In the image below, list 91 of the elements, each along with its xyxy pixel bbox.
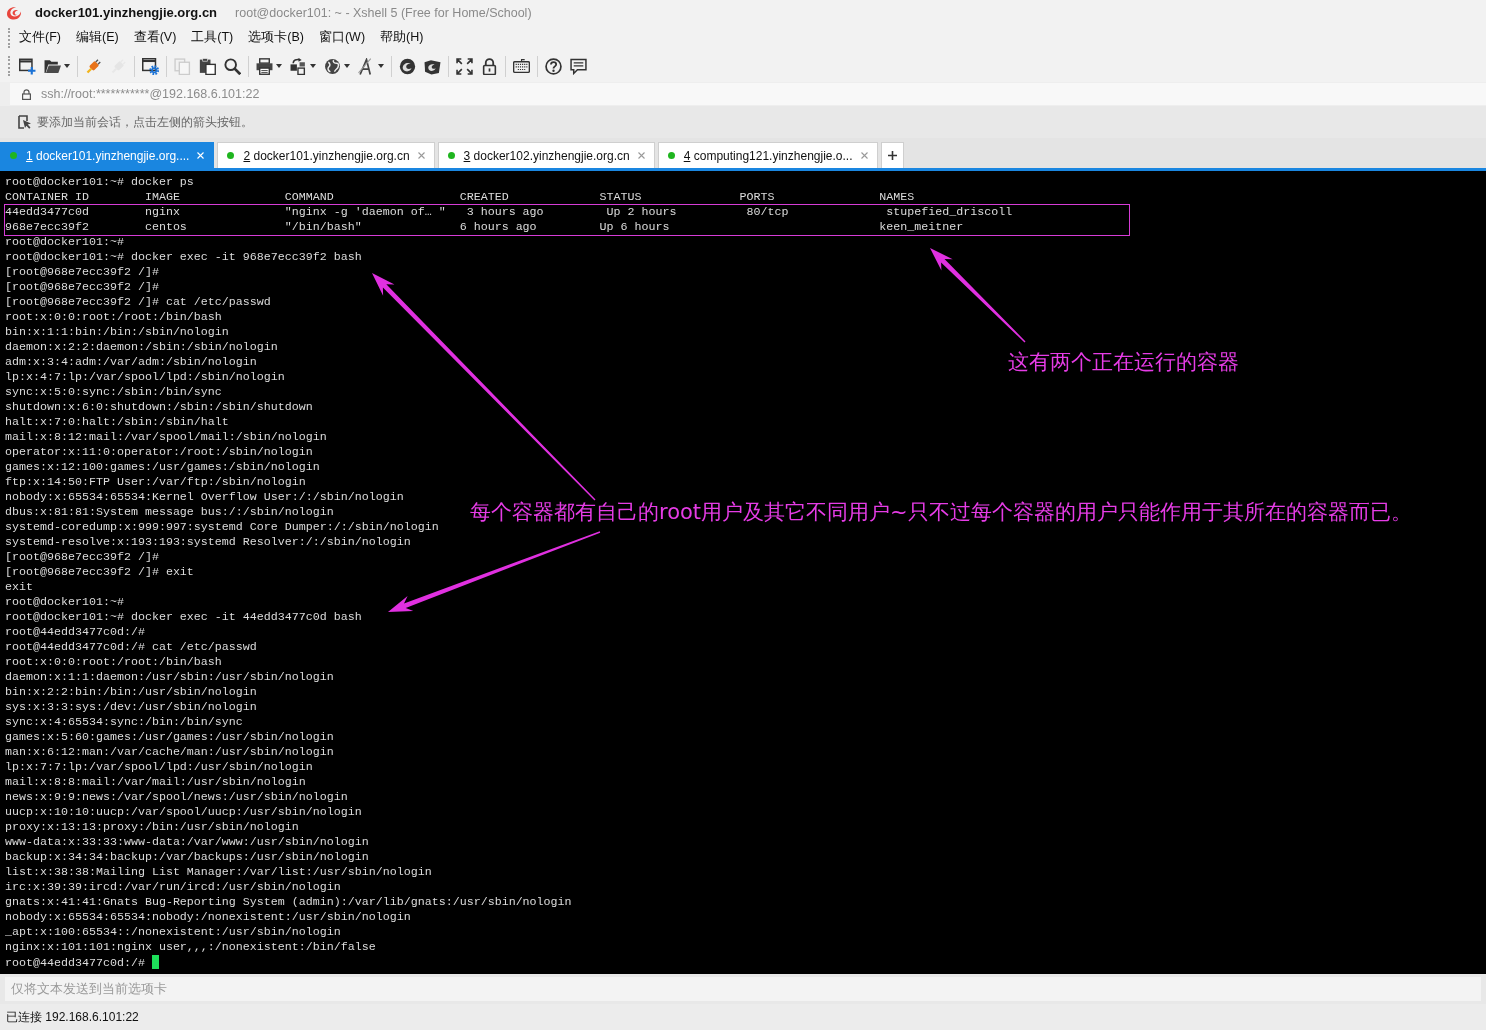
terminal-line: bin:x:2:2:bin:/bin:/usr/sbin/nologin bbox=[5, 685, 257, 699]
session-tab[interactable]: 1 docker101.yinzhengjie.org.... bbox=[0, 142, 215, 168]
menu-item[interactable]: 工具(T) bbox=[189, 27, 236, 48]
terminal-line: root@docker101:~# docker exec -it 968e7ecc39f2 bash bbox=[5, 250, 362, 264]
terminal-line: systemd-resolve:x:193:193:systemd Resolver:/:/sbin/nologin bbox=[5, 535, 411, 549]
menu-item[interactable]: 窗口(W) bbox=[316, 27, 368, 48]
caret-icon[interactable] bbox=[276, 64, 282, 68]
terminal-line: root@docker101:~# docker exec -it 44edd3477c0d bash bbox=[5, 610, 362, 624]
status-text: 已连接 192.168.6.101:22 bbox=[6, 1008, 139, 1026]
menu-item[interactable]: 选项卡(B) bbox=[246, 27, 306, 48]
session-tab[interactable]: 2 docker101.yinzhengjie.org.cn bbox=[217, 142, 435, 168]
terminal-line: daemon:x:2:2:daemon:/sbin:/sbin/nologin bbox=[5, 340, 278, 354]
globe-icon[interactable] bbox=[324, 57, 341, 75]
terminal-line: mail:x:8:8:mail:/var/mail:/usr/sbin/nologin bbox=[5, 775, 306, 789]
lock-icon bbox=[22, 88, 31, 100]
terminal-line: sys:x:3:3:sys:/dev:/usr/sbin/nologin bbox=[5, 700, 257, 714]
terminal-line: news:x:9:9:news:/var/spool/news:/usr/sbin/nologin bbox=[5, 790, 348, 804]
transfer-icon[interactable] bbox=[290, 57, 307, 75]
terminal-line: backup:x:34:34:backup:/var/backups:/usr/sbin/nologin bbox=[5, 850, 369, 864]
terminal-line: man:x:6:12:man:/var/cache/man:/usr/sbin/nologin bbox=[5, 745, 334, 759]
folder-icon[interactable] bbox=[44, 57, 61, 75]
terminal-line: 968e7ecc39f2 centos "/bin/bash" 6 hours ago Up 6 hours keen_meitner bbox=[5, 220, 964, 234]
terminal-line: adm:x:3:4:adm:/var/adm:/sbin/nologin bbox=[5, 355, 257, 369]
terminal-line: list:x:38:38:Mailing List Manager:/var/list:/usr/sbin/nologin bbox=[5, 865, 432, 879]
terminal-line: CONTAINER ID IMAGE COMMAND CREATED STATUS PORTS NAMES bbox=[5, 190, 915, 204]
terminal-line: mail:x:8:12:mail:/var/spool/mail:/sbin/nologin bbox=[5, 430, 327, 444]
terminal-line: lp:x:7:7:lp:/var/spool/lpd:/usr/sbin/nologin bbox=[5, 760, 313, 774]
close-icon[interactable] bbox=[417, 152, 425, 159]
caret-icon[interactable] bbox=[378, 64, 384, 68]
terminal-line: shutdown:x:6:0:shutdown:/sbin:/sbin/shutdown bbox=[5, 400, 313, 414]
terminal-line: root@44edd3477c0d:/# bbox=[5, 625, 145, 639]
terminal-line: operator:x:11:0:operator:/root:/sbin/nologin bbox=[5, 445, 313, 459]
send-text-field[interactable]: 仅将文本发送到当前选项卡 bbox=[5, 977, 1481, 1001]
terminal-line: [root@968e7ecc39f2 /]# bbox=[5, 280, 159, 294]
swirl-icon bbox=[6, 5, 22, 20]
plus-icon[interactable] bbox=[887, 151, 897, 160]
new-tab-button[interactable] bbox=[880, 142, 904, 168]
terminal-line: 44edd3477c0d nginx "nginx -g 'daemon of… " 3 hours ago Up 2 hours 80/tcp stupefied_driscoll bbox=[5, 205, 1013, 219]
printer-icon[interactable] bbox=[256, 57, 273, 75]
terminal-line: halt:x:7:0:halt:/sbin:/sbin/halt bbox=[5, 415, 229, 429]
terminal-line: www-data:x:33:33:www-data:/var/www:/usr/sbin/nologin bbox=[5, 835, 369, 849]
terminal-line: [root@968e7ecc39f2 /]# cat /etc/passwd bbox=[5, 295, 271, 309]
terminal-line: daemon:x:1:1:daemon:/usr/sbin:/usr/sbin/nologin bbox=[5, 670, 334, 684]
terminal-line: [root@968e7ecc39f2 /]# bbox=[5, 550, 159, 564]
toolbar-button[interactable] bbox=[254, 55, 284, 77]
window-title: docker101.yinzhengjie.org.cn bbox=[35, 5, 218, 20]
session-tab[interactable]: 4 computing121.yinzhengjie.o... bbox=[657, 142, 878, 168]
terminal-line: games:x:5:60:games:/usr/games:/usr/sbin/nologin bbox=[5, 730, 334, 744]
arrow-icon[interactable] bbox=[18, 115, 32, 129]
terminal-line: exit bbox=[5, 580, 33, 594]
terminal-line: systemd-coredump:x:999:997:systemd Core Dumper:/:/sbin/nologin bbox=[5, 520, 439, 534]
caret-icon[interactable] bbox=[310, 64, 316, 68]
terminal-line: root:x:0:0:root:/root:/bin/bash bbox=[5, 310, 222, 324]
menu-item[interactable]: 查看(V) bbox=[131, 27, 179, 48]
terminal-line: root@docker101:~# bbox=[5, 235, 124, 249]
terminal-line: root@44edd3477c0d:/# bbox=[5, 956, 145, 970]
close-icon[interactable] bbox=[860, 152, 868, 159]
address-text: ssh://root:***********@192.168.6.101:22 bbox=[41, 87, 260, 101]
terminal-line: nobody:x:65534:65534:nobody:/nonexistent:/usr/sbin/nologin bbox=[5, 910, 411, 924]
caret-icon[interactable] bbox=[344, 64, 350, 68]
hint-text: 要添加当前会话，点击左侧的箭头按钮。 bbox=[37, 113, 253, 131]
callout-text: 每个容器都有自己的root用户及其它不同用户~只不过每个容器的用户只能作用于其所在的容器而已。 bbox=[470, 500, 1412, 525]
terminal-line: root:x:0:0:root:/root:/bin/bash bbox=[5, 655, 222, 669]
terminal-line: root@docker101:~# docker ps bbox=[5, 175, 194, 189]
terminal-line: nginx:x:101:101:nginx user,,,:/nonexistent:/bin/false bbox=[5, 940, 376, 954]
menu-item[interactable]: 文件(F) bbox=[17, 27, 63, 48]
terminal-line: bin:x:1:1:bin:/bin:/sbin/nologin bbox=[5, 325, 229, 339]
terminal-line: games:x:12:100:games:/usr/games:/sbin/nologin bbox=[5, 460, 320, 474]
terminal-line: sync:x:4:65534:sync:/bin:/bin/sync bbox=[5, 715, 243, 729]
terminal-line: uucp:x:10:10:uucp:/var/spool/uucp:/usr/sbin/nologin bbox=[5, 805, 362, 819]
menu-item[interactable]: 编辑(E) bbox=[73, 27, 121, 48]
toolbar-button[interactable] bbox=[356, 55, 386, 77]
close-icon[interactable] bbox=[637, 152, 645, 159]
menu-item[interactable]: 帮助(H) bbox=[378, 27, 426, 48]
terminal-line: _apt:x:100:65534::/nonexistent:/usr/sbin/nologin bbox=[5, 925, 341, 939]
terminal-line: lp:x:4:7:lp:/var/spool/lpd:/sbin/nologin bbox=[5, 370, 285, 384]
terminal-line: proxy:x:13:13:proxy:/bin:/usr/sbin/nologin bbox=[5, 820, 299, 834]
caret-icon[interactable] bbox=[64, 64, 70, 68]
session-tab[interactable]: 3 docker102.yinzhengjie.org.cn bbox=[437, 142, 655, 168]
terminal-line: irc:x:39:39:ircd:/var/run/ircd:/usr/sbin/nologin bbox=[5, 880, 341, 894]
window-subtitle: root@docker101: ~ - Xshell 5 (Free for Home/School) bbox=[235, 5, 532, 20]
terminal-line: [root@968e7ecc39f2 /]# bbox=[5, 265, 159, 279]
terminal-line: gnats:x:41:41:Gnats Bug-Reporting System (admin):/var/lib/gnats:/usr/sbin/nologin bbox=[5, 895, 572, 909]
terminal-line: nobody:x:65534:65534:Kernel Overflow User:/:/sbin/nologin bbox=[5, 490, 404, 504]
terminal-line: sync:x:5:0:sync:/sbin:/bin/sync bbox=[5, 385, 222, 399]
terminal-line: root@44edd3477c0d:/# cat /etc/passwd bbox=[5, 640, 257, 654]
terminal-line: dbus:x:81:81:System message bus:/:/sbin/nologin bbox=[5, 505, 334, 519]
terminal-line: [root@968e7ecc39f2 /]# exit bbox=[5, 565, 194, 579]
callout-text: 这有两个正在运行的容器 bbox=[1008, 350, 1239, 375]
terminal-line: root@docker101:~# bbox=[5, 595, 124, 609]
terminal-line: ftp:x:14:50:FTP User:/var/ftp:/sbin/nologin bbox=[5, 475, 306, 489]
